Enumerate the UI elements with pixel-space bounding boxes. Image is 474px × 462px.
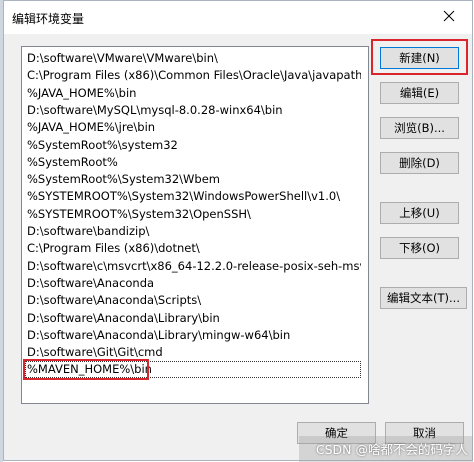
path-list-item[interactable]: %SystemRoot%\system32 xyxy=(25,137,361,154)
path-list-item[interactable]: D:\software\VMware\VMware\bin\ xyxy=(25,50,361,67)
path-list-item[interactable]: C:\Program Files (x86)\Common Files\Orac… xyxy=(25,67,361,84)
path-list[interactable]: D:\software\VMware\VMware\bin\ C:\Program… xyxy=(21,46,369,404)
move-down-button[interactable]: 下移(O) xyxy=(380,237,459,259)
path-list-item[interactable]: C:\Program Files (x86)\dotnet\ xyxy=(25,240,361,257)
path-list-item[interactable]: D:\software\Anaconda\Library\bin xyxy=(25,310,361,327)
path-list-item[interactable]: %SystemRoot% xyxy=(25,154,361,171)
watermark: CSDN @啥都不会的码字人 xyxy=(315,442,468,457)
delete-button[interactable]: 删除(D) xyxy=(380,152,459,174)
path-list-item[interactable]: D:\software\Anaconda\Scripts\ xyxy=(25,292,361,309)
edit-text-button[interactable]: 编辑文本(T)... xyxy=(380,287,467,309)
path-list-item[interactable]: %SystemRoot%\System32\Wbem xyxy=(25,171,361,188)
path-list-item[interactable]: D:\software\Git\Git\cmd xyxy=(25,344,361,361)
path-list-item[interactable]: %MAVEN_HOME%\bin xyxy=(25,361,361,379)
close-button[interactable] xyxy=(426,1,472,31)
move-up-button[interactable]: 上移(U) xyxy=(380,202,459,224)
path-list-item[interactable]: D:\software\c\msvcrt\x86_64-12.2.0-relea… xyxy=(25,258,361,275)
new-button[interactable]: 新建(N) xyxy=(380,47,459,69)
path-list-item[interactable]: D:\software\Anaconda\Library\mingw-w64\b… xyxy=(25,327,361,344)
title-bar: 编辑环境变量 xyxy=(4,1,472,34)
dialog-title: 编辑环境变量 xyxy=(12,12,85,26)
path-list-item[interactable]: %JAVA_HOME%\jre\bin xyxy=(25,119,361,136)
path-list-item[interactable]: %JAVA_HOME%\bin xyxy=(25,85,361,102)
path-list-item[interactable]: %SYSTEMROOT%\System32\WindowsPowerShell\… xyxy=(25,188,361,205)
browse-button[interactable]: 浏览(B)... xyxy=(380,117,459,139)
path-list-item[interactable]: D:\software\Anaconda xyxy=(25,275,361,292)
edit-button[interactable]: 编辑(E) xyxy=(380,82,459,104)
close-icon xyxy=(443,10,455,22)
path-list-item[interactable]: %SYSTEMROOT%\System32\OpenSSH\ xyxy=(25,206,361,223)
path-list-item[interactable]: D:\software\bandizip\ xyxy=(25,223,361,240)
path-list-item[interactable]: D:\software\MySQL\mysql-8.0.28-winx64\bi… xyxy=(25,102,361,119)
edit-env-variable-dialog: 编辑环境变量 D:\software\VMware\VMware\bin\ C:\… xyxy=(3,0,473,461)
